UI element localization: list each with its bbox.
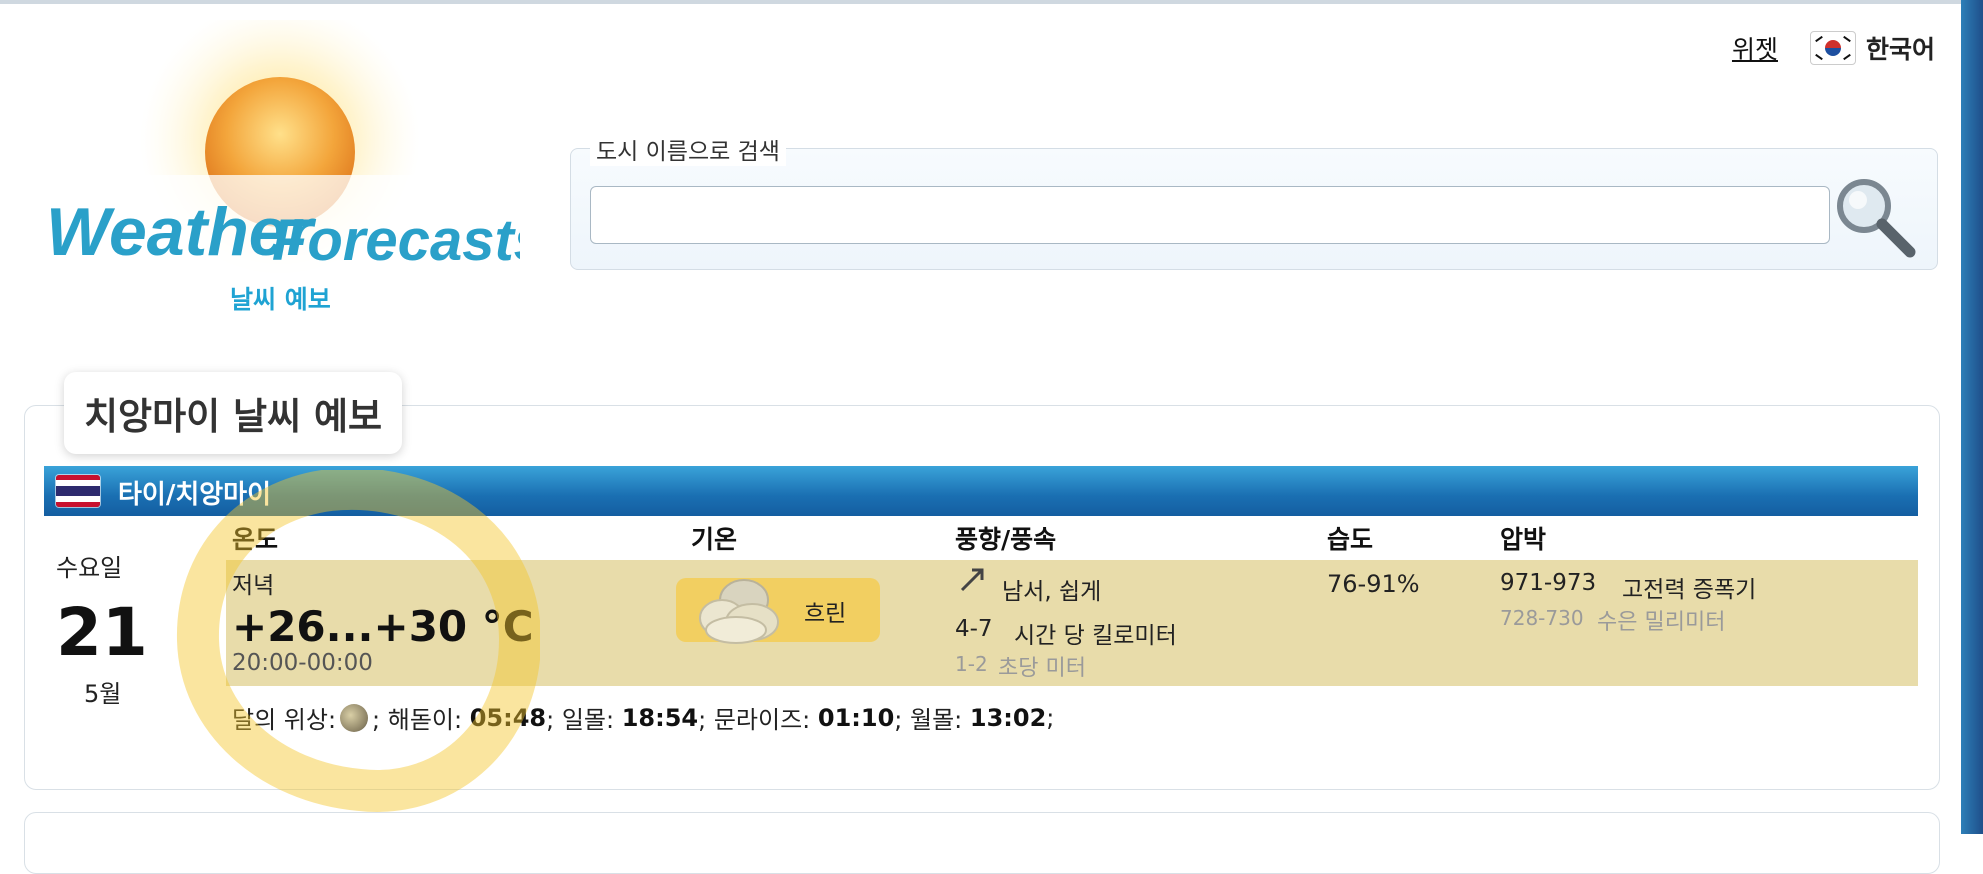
astro-info: 달의 위상: ; 해돋이: 05:48 ; 일몰: 18:54 ; 문라이즈: … bbox=[232, 700, 1054, 735]
day-number: 21 bbox=[56, 594, 148, 671]
wind-speed-ms-unit: 초당 미터 bbox=[998, 656, 1086, 681]
sunrise-label: ; 해돋이: bbox=[372, 706, 470, 734]
moonset-label: ; 월몰: bbox=[894, 706, 970, 734]
sunset-label: ; 일몰: bbox=[546, 706, 622, 734]
header-sky: 기온 bbox=[691, 525, 738, 554]
wind-direction: 남서, 쉽게 bbox=[1002, 579, 1102, 605]
sky-condition: 흐린 bbox=[804, 601, 847, 627]
weekday: 수요일 bbox=[56, 554, 123, 582]
header-pressure: 압박 bbox=[1500, 525, 1547, 554]
moon-phase-icon bbox=[340, 703, 369, 732]
header-wind: 풍향/풍속 bbox=[955, 525, 1057, 554]
pressure-hpa-unit: 고전력 증폭기 bbox=[1622, 577, 1757, 603]
wind-speed-kmh: 4-7 bbox=[955, 616, 993, 642]
wind-speed-ms: 1-2 bbox=[955, 652, 988, 676]
city-search-input[interactable] bbox=[590, 186, 1830, 244]
logo-tagline: 날씨 예보 bbox=[230, 285, 331, 314]
pressure-mmhg: 728-730 bbox=[1500, 606, 1584, 630]
search-legend: 도시 이름으로 검색 bbox=[590, 132, 786, 166]
time-of-day: 저녁 bbox=[232, 573, 275, 599]
top-links: 위젯 한국어 bbox=[1732, 30, 1935, 66]
header-temperature: 온도 bbox=[232, 525, 279, 554]
header-humidity: 습도 bbox=[1327, 525, 1374, 554]
humidity-value: 76-91% bbox=[1327, 570, 1420, 598]
pressure-mmhg-unit: 수은 밀리미터 bbox=[1597, 610, 1726, 635]
astro-end: ; bbox=[1046, 703, 1055, 732]
window-top-border bbox=[0, 0, 1961, 4]
wind-speed-kmh-unit: 시간 당 킬로미터 bbox=[1014, 623, 1177, 649]
korea-flag-icon bbox=[1809, 31, 1856, 65]
cloud-icon bbox=[699, 579, 779, 644]
page-title: 치앙마이 날씨 예보 bbox=[64, 372, 403, 454]
sunset-time: 18:54 bbox=[621, 703, 699, 732]
language-selector[interactable]: 한국어 bbox=[1809, 30, 1935, 66]
window-right-border bbox=[1961, 0, 1983, 834]
language-label: 한국어 bbox=[1865, 35, 1935, 64]
site-logo[interactable]: Weather Forecasts bbox=[40, 20, 520, 310]
moon-phase-label: 달의 위상: bbox=[232, 706, 337, 734]
month: 5월 bbox=[84, 680, 122, 708]
moonset-time: 13:02 bbox=[969, 703, 1047, 732]
moonrise-time: 01:10 bbox=[817, 703, 895, 732]
widget-link[interactable]: 위젯 bbox=[1732, 30, 1778, 66]
location-bar: 타이/치앙마이 bbox=[44, 466, 1918, 516]
sunrise-time: 05:48 bbox=[469, 703, 547, 732]
time-range: 20:00-00:00 bbox=[232, 650, 373, 676]
wind-direction-arrow-icon bbox=[960, 568, 984, 592]
pressure-hpa: 971-973 bbox=[1500, 570, 1597, 596]
location-breadcrumb[interactable]: 타이/치앙마이 bbox=[118, 474, 271, 511]
logo-word-forecasts: Forecasts bbox=[272, 208, 520, 273]
moonrise-label: ; 문라이즈: bbox=[698, 706, 818, 734]
search-icon[interactable] bbox=[1832, 174, 1918, 260]
temperature-value: +26...+30 °C bbox=[232, 602, 534, 651]
thailand-flag-icon bbox=[56, 475, 100, 507]
next-forecast-panel bbox=[24, 812, 1940, 874]
